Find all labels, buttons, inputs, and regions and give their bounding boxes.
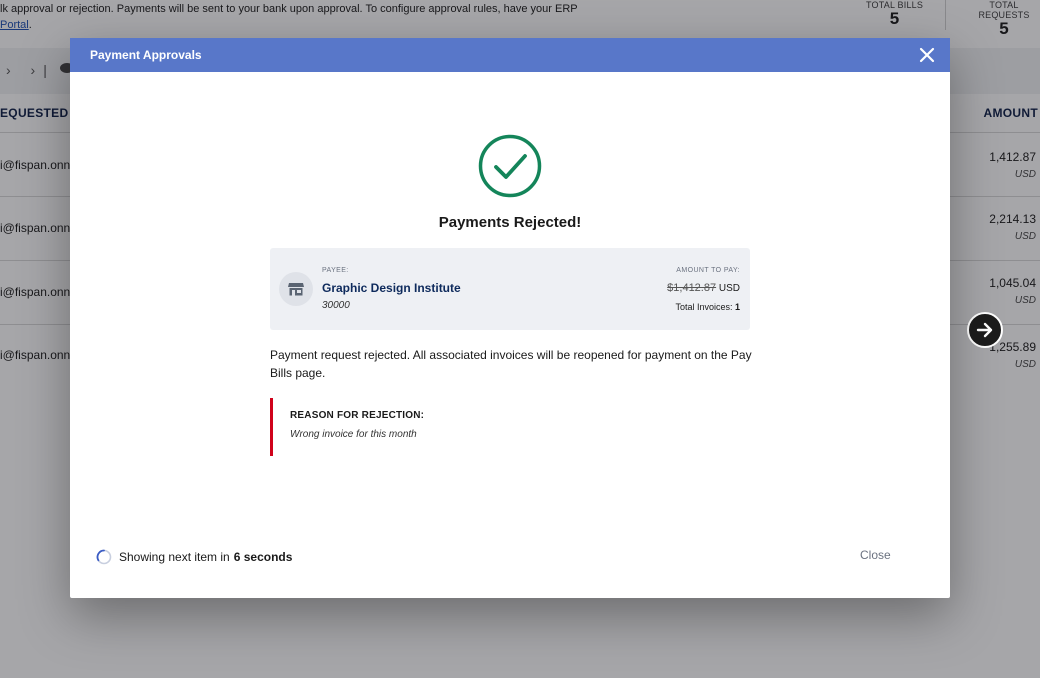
payee-id: 30000 bbox=[322, 300, 350, 311]
modal-header: Payment Approvals bbox=[70, 38, 950, 72]
countdown-prefix: Showing next item in bbox=[119, 550, 230, 564]
spinner-icon bbox=[96, 549, 112, 565]
modal-title: Payment Approvals bbox=[90, 48, 202, 62]
payee-name: Graphic Design Institute bbox=[322, 281, 461, 295]
check-circle-icon bbox=[478, 134, 542, 198]
rejection-reason-label: REASON FOR REJECTION: bbox=[290, 410, 425, 421]
countdown-value: 6 seconds bbox=[233, 550, 293, 564]
rejection-reason-text: Wrong invoice for this month bbox=[290, 429, 417, 440]
arrow-right-icon bbox=[976, 322, 993, 338]
payment-approvals-modal: Payment Approvals Payments Rejected! PAY… bbox=[70, 38, 950, 598]
amount-currency: USD bbox=[718, 283, 740, 294]
total-invoices-count: 1 bbox=[734, 302, 740, 312]
amount-label: AMOUNT TO PAY: bbox=[676, 267, 740, 274]
next-item-button[interactable] bbox=[967, 312, 1003, 348]
storefront-icon bbox=[288, 283, 304, 296]
next-item-countdown: Showing next item in 6 seconds bbox=[96, 549, 292, 565]
payee-label: PAYEE: bbox=[322, 267, 349, 274]
total-invoices-label: Total Invoices: bbox=[675, 302, 733, 312]
payee-card: PAYEE: Graphic Design Institute 30000 AM… bbox=[270, 248, 750, 330]
close-icon bbox=[919, 47, 935, 63]
rejection-message: Payment request rejected. All associated… bbox=[270, 348, 752, 380]
amount-value: $1,412.87 bbox=[667, 282, 717, 294]
payee-avatar bbox=[279, 272, 313, 306]
close-button[interactable]: Close bbox=[860, 548, 891, 562]
result-title: Payments Rejected! bbox=[438, 214, 582, 231]
total-invoices: Total Invoices: 1 bbox=[675, 302, 740, 312]
rejection-reason: REASON FOR REJECTION: Wrong invoice for … bbox=[270, 398, 750, 456]
amount-line: $1,412.87 USD bbox=[667, 282, 740, 294]
modal-close-button[interactable] bbox=[918, 46, 936, 64]
